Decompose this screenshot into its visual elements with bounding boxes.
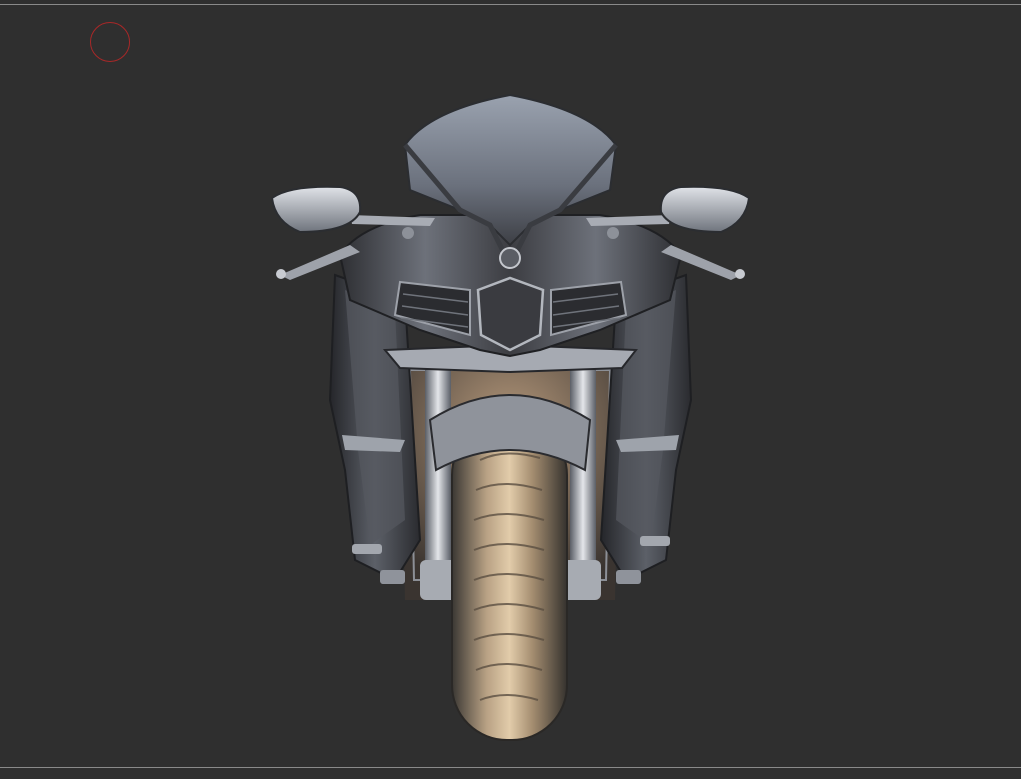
front-tire: [451, 419, 568, 741]
right-lower-bracket: [616, 570, 641, 584]
right-bar-end: [607, 227, 619, 239]
motorcycle-model[interactable]: [0, 0, 1021, 779]
left-mirror: [270, 185, 362, 234]
right-lever-tip: [735, 269, 745, 279]
right-mirror: [659, 185, 751, 234]
left-fork: [425, 365, 451, 580]
left-lower-bracket: [380, 570, 405, 584]
3d-viewport[interactable]: [0, 0, 1021, 779]
left-bar-end: [402, 227, 414, 239]
right-footpeg: [640, 536, 670, 546]
center-emblem: [476, 276, 545, 352]
left-lever-tip: [276, 269, 286, 279]
ram-air-intake: [499, 247, 521, 269]
left-footpeg: [352, 544, 382, 554]
right-fork: [570, 365, 596, 580]
